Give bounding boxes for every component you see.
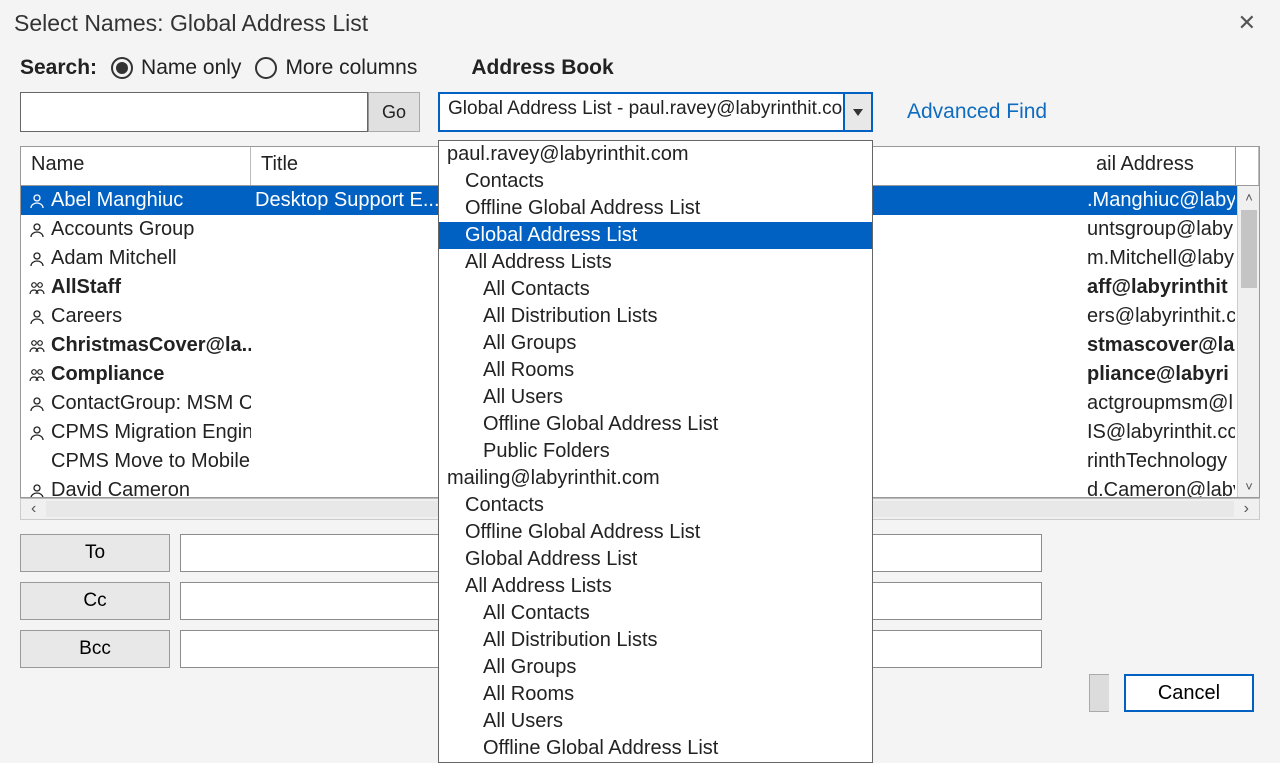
dropdown-item[interactable]: Offline Global Address List: [439, 735, 872, 762]
group-icon: [27, 334, 47, 357]
radio-more-columns-label: More columns: [285, 56, 417, 80]
row-name: AllStaff: [51, 276, 251, 299]
row-name: ContactGroup: MSM C...: [51, 392, 251, 415]
row-name: Careers: [51, 305, 251, 328]
ok-button-edge[interactable]: [1089, 674, 1109, 712]
dropdown-item[interactable]: Offline Global Address List: [439, 195, 872, 222]
address-book-label: Address Book: [471, 56, 613, 80]
person-icon: [27, 421, 47, 444]
radio-more-columns[interactable]: More columns: [255, 56, 417, 80]
address-book-combo-button[interactable]: [843, 92, 873, 132]
row-email: pliance@labyri: [1087, 360, 1235, 389]
advanced-find-link[interactable]: Advanced Find: [907, 100, 1047, 124]
group-icon: [27, 363, 47, 386]
row-email: .Manghiuc@laby: [1087, 186, 1235, 215]
chevron-down-icon: [853, 109, 863, 116]
go-button[interactable]: Go: [368, 92, 420, 132]
row-name: CPMS Move to Mobile: [51, 450, 251, 473]
address-book-dropdown[interactable]: paul.ravey@labyrinthit.comContactsOfflin…: [438, 140, 873, 763]
row-email: ers@labyrinthit.c: [1087, 302, 1235, 331]
dropdown-item[interactable]: All Users: [439, 384, 872, 411]
dropdown-item[interactable]: mailing@labyrinthit.com: [439, 465, 872, 492]
address-book-combo[interactable]: Global Address List - paul.ravey@labyrin…: [438, 92, 873, 132]
row-email: IS@labyrinthit.cc: [1087, 418, 1235, 447]
dropdown-item[interactable]: Public Folders: [439, 438, 872, 465]
dropdown-item[interactable]: All Address Lists: [439, 249, 872, 276]
scroll-up-icon[interactable]: ˄: [1238, 186, 1260, 208]
dropdown-item[interactable]: All Rooms: [439, 681, 872, 708]
person-icon: [27, 218, 47, 241]
dropdown-item[interactable]: All Users: [439, 708, 872, 735]
row-name: Abel Manghiuc: [51, 189, 251, 212]
row-email: d.Cameron@laby: [1087, 476, 1235, 498]
search-row: Search: Name only More columns Address B…: [0, 56, 1280, 80]
dropdown-item[interactable]: All Distribution Lists: [439, 303, 872, 330]
dropdown-item[interactable]: Global Address List: [439, 222, 872, 249]
person-icon: [27, 305, 47, 328]
dropdown-item[interactable]: All Contacts: [439, 276, 872, 303]
dropdown-item[interactable]: paul.ravey@labyrinthit.com: [439, 141, 872, 168]
person-icon: [27, 479, 47, 498]
person-icon: [27, 392, 47, 415]
dropdown-item[interactable]: Contacts: [439, 492, 872, 519]
group-icon: [27, 276, 47, 299]
cc-button[interactable]: Cc: [20, 582, 170, 620]
dropdown-item[interactable]: All Address Lists: [439, 573, 872, 600]
address-book-combo-value: Global Address List - paul.ravey@labyrin…: [438, 92, 843, 132]
to-button[interactable]: To: [20, 534, 170, 572]
row-name: ChristmasCover@la...: [51, 334, 251, 357]
row-name: Accounts Group: [51, 218, 251, 241]
select-names-dialog: Select Names: Global Address List ✕ Sear…: [0, 0, 1280, 720]
controls-row: Go Global Address List - paul.ravey@laby…: [0, 80, 1280, 146]
search-label: Search:: [20, 56, 97, 80]
row-name: Adam Mitchell: [51, 247, 251, 270]
column-email[interactable]: ail Address: [1088, 146, 1236, 186]
row-email: rinthTechnology: [1087, 447, 1235, 476]
bcc-button[interactable]: Bcc: [20, 630, 170, 668]
dropdown-item[interactable]: Offline Global Address List: [439, 411, 872, 438]
radio-checked-icon: [111, 57, 133, 79]
dropdown-item[interactable]: Contacts: [439, 168, 872, 195]
dropdown-item[interactable]: All Distribution Lists: [439, 627, 872, 654]
dialog-title: Select Names: Global Address List: [14, 10, 368, 37]
close-icon[interactable]: ✕: [1230, 8, 1264, 38]
vertical-scrollbar[interactable]: ˄ ˅: [1237, 186, 1259, 497]
person-icon: [27, 189, 47, 212]
dialog-buttons: Cancel: [1124, 674, 1254, 712]
titlebar: Select Names: Global Address List ✕: [0, 0, 1280, 56]
row-name: Compliance: [51, 363, 251, 386]
row-name: CPMS Migration Engin...: [51, 421, 251, 444]
row-email: aff@labyrinthit: [1087, 273, 1235, 302]
scroll-left-icon[interactable]: ‹: [25, 500, 42, 518]
person-icon: [27, 247, 47, 270]
row-email: stmascover@la: [1087, 331, 1235, 360]
scroll-thumb[interactable]: [1241, 210, 1257, 288]
dropdown-item[interactable]: Global Address List: [439, 546, 872, 573]
row-name: David Cameron: [51, 479, 251, 498]
radio-name-only-label: Name only: [141, 56, 241, 80]
dropdown-item[interactable]: All Groups: [439, 330, 872, 357]
dropdown-item[interactable]: All Contacts: [439, 600, 872, 627]
row-email: m.Mitchell@labyr: [1087, 244, 1235, 273]
row-email: actgroupmsm@l: [1087, 389, 1235, 418]
cancel-button[interactable]: Cancel: [1124, 674, 1254, 712]
radio-unchecked-icon: [255, 57, 277, 79]
search-input[interactable]: [20, 92, 368, 132]
dropdown-item[interactable]: All Groups: [439, 654, 872, 681]
scroll-right-icon[interactable]: ›: [1238, 500, 1255, 518]
dropdown-item[interactable]: Offline Global Address List: [439, 519, 872, 546]
row-email: untsgroup@laby: [1087, 215, 1235, 244]
radio-name-only[interactable]: Name only: [111, 56, 241, 80]
dropdown-item[interactable]: All Rooms: [439, 357, 872, 384]
column-name[interactable]: Name: [21, 147, 251, 185]
scroll-down-icon[interactable]: ˅: [1238, 475, 1260, 497]
